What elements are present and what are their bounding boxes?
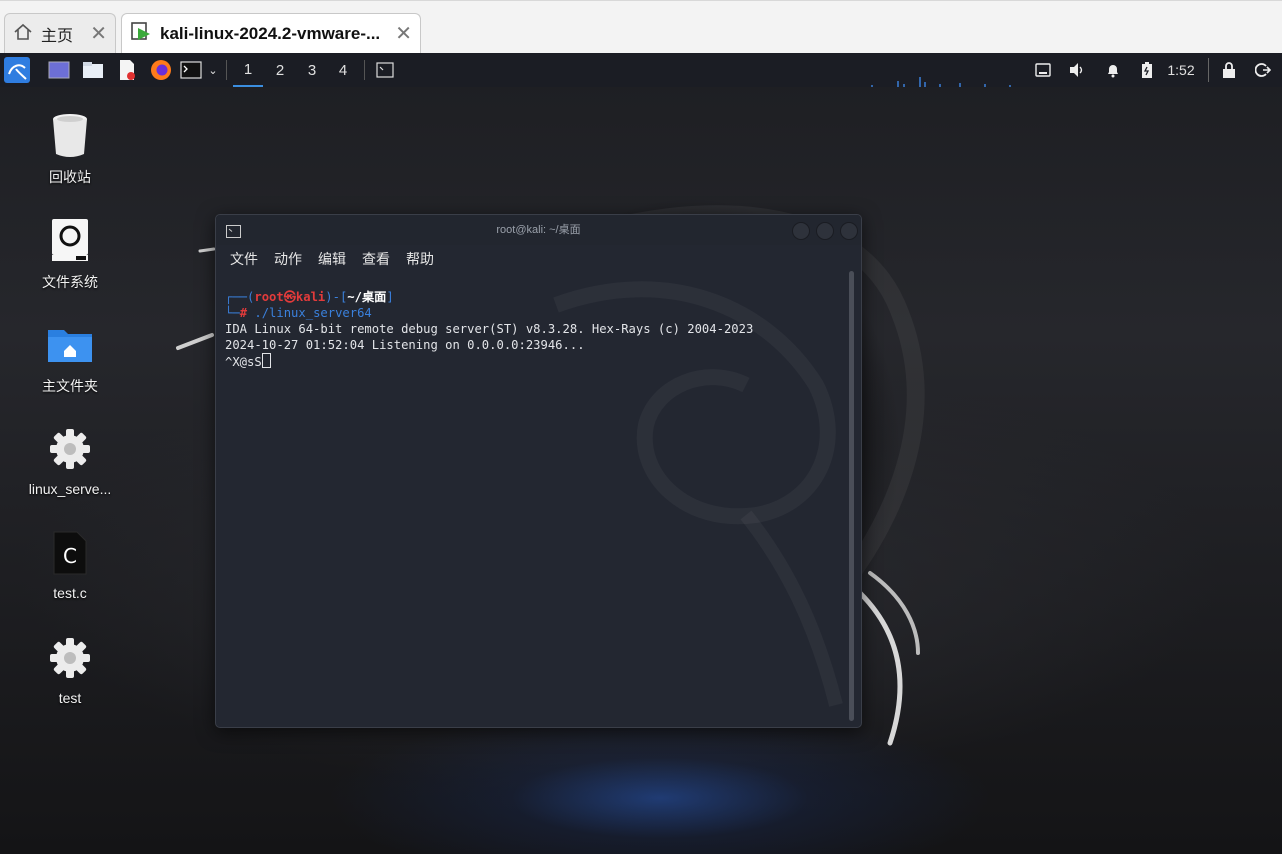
prompt-host: kali — [295, 290, 326, 304]
desktop-icon-label: 文件系统 — [42, 274, 98, 290]
taskbar-divider — [363, 60, 365, 80]
desktop-icon-filesystem[interactable]: 文件系统 — [16, 216, 124, 292]
gear-icon — [46, 634, 94, 682]
volume-icon[interactable] — [1066, 53, 1088, 87]
cpu-graph — [871, 77, 1011, 87]
logout-icon[interactable] — [1252, 53, 1274, 87]
workspace-4-button[interactable]: 4 — [328, 53, 358, 87]
terminal-titlebar[interactable]: root@kali: ~/桌面 — [216, 215, 861, 245]
firefox-icon[interactable] — [148, 53, 174, 87]
prompt-line-2: └─# ./linux_server64 — [225, 306, 372, 320]
host-tab-bar: 主页 ✕ kali-linux-2024.2-vmware-... ✕ — [0, 0, 1282, 54]
chevron-down-icon[interactable]: ⌄ — [205, 53, 221, 87]
tab-home-close-button[interactable]: ✕ — [90, 24, 107, 44]
terminal-output[interactable]: ┌──(root㉿kali)-[~/桌面] └─# ./linux_server6… — [225, 289, 845, 370]
menu-file[interactable]: 文件 — [230, 249, 258, 269]
terminal-window[interactable]: root@kali: ~/桌面 文件 动作 编辑 查看 帮助 ┌──(root㉿… — [215, 214, 862, 728]
notification-bell-icon[interactable] — [1102, 53, 1124, 87]
tab-vm[interactable]: kali-linux-2024.2-vmware-... ✕ — [121, 13, 421, 54]
network-icon[interactable] — [1032, 53, 1054, 87]
menu-view[interactable]: 查看 — [362, 249, 390, 269]
output-line-input: ^X@sS — [225, 353, 845, 370]
input-echo: ^X@sS — [225, 355, 262, 369]
terminal-title: root@kali: ~/桌面 — [496, 224, 581, 236]
desktop-icon-test[interactable]: test — [16, 634, 124, 706]
tab-home-label: 主页 — [41, 28, 74, 45]
desktop-icon-trash[interactable]: 回收站 — [16, 111, 124, 187]
maximize-button[interactable] — [816, 222, 834, 240]
terminal-window-task-icon[interactable] — [372, 53, 398, 87]
desktop-icon-label: 主文件夹 — [42, 378, 98, 394]
file-manager-icon[interactable] — [80, 53, 106, 87]
prompt-command: ./linux_server64 — [254, 306, 372, 320]
terminal-scrollbar[interactable] — [849, 271, 854, 721]
close-button[interactable] — [840, 222, 858, 240]
taskbar: ⌄ 1 2 3 4 1:52 — [0, 53, 1282, 87]
vm-icon — [130, 21, 152, 48]
desktop-icon-label: test — [58, 690, 82, 706]
lock-icon[interactable] — [1218, 53, 1240, 87]
battery-icon[interactable] — [1136, 53, 1158, 87]
text-cursor — [261, 353, 271, 368]
prompt-cwd: ~/桌面 — [347, 290, 387, 304]
home-icon — [13, 22, 33, 47]
c-file-icon: C — [46, 529, 94, 577]
prompt-symbol: # — [239, 306, 248, 320]
menu-edit[interactable]: 编辑 — [318, 249, 346, 269]
vm-desktop: ⌄ 1 2 3 4 1:52 回收站 文件系统 主文件夹 linux_serve… — [0, 53, 1282, 854]
home-folder-icon — [46, 320, 94, 368]
desktop-icon-linux-server[interactable]: linux_serve... — [16, 425, 124, 497]
svg-text:C: C — [63, 544, 77, 568]
desktop-icon-home-folder[interactable]: 主文件夹 — [16, 320, 124, 396]
text-editor-icon[interactable] — [115, 53, 139, 87]
desktop-icon-label: linux_serve... — [28, 481, 112, 497]
tab-vm-close-button[interactable]: ✕ — [395, 24, 412, 44]
clock[interactable]: 1:52 — [1164, 53, 1198, 87]
gear-icon — [46, 425, 94, 473]
kali-menu-icon[interactable] — [3, 53, 31, 87]
desktop-show-icon[interactable] — [46, 53, 72, 87]
desktop-icon-test-c[interactable]: C test.c — [16, 529, 124, 601]
workspace-3-button[interactable]: 3 — [297, 53, 327, 87]
taskbar-divider — [225, 60, 227, 80]
terminal-window-icon[interactable] — [226, 223, 241, 242]
trash-icon — [46, 111, 94, 159]
prompt-line-1: ┌──(root㉿kali)-[~/桌面] — [225, 290, 394, 304]
tab-vm-label: kali-linux-2024.2-vmware-... — [160, 24, 381, 43]
desktop-icon-label: 回收站 — [49, 169, 91, 185]
drive-icon — [46, 216, 94, 264]
menu-help[interactable]: 帮助 — [406, 249, 434, 269]
desktop-icon-label: test.c — [53, 585, 87, 601]
output-line: 2024-10-27 01:52:04 Listening on 0.0.0.0… — [225, 338, 585, 352]
workspace-1-button[interactable]: 1 — [233, 53, 263, 87]
output-line: IDA Linux 64-bit remote debug server(ST)… — [225, 322, 754, 336]
taskbar-divider — [1207, 58, 1209, 82]
minimize-button[interactable] — [792, 222, 810, 240]
workspace-2-button[interactable]: 2 — [265, 53, 295, 87]
terminal-launcher-icon[interactable] — [179, 53, 203, 87]
prompt-at: ㉿ — [283, 290, 296, 304]
tab-home[interactable]: 主页 ✕ — [4, 13, 116, 54]
menu-actions[interactable]: 动作 — [274, 249, 302, 269]
prompt-user: root — [254, 290, 284, 304]
